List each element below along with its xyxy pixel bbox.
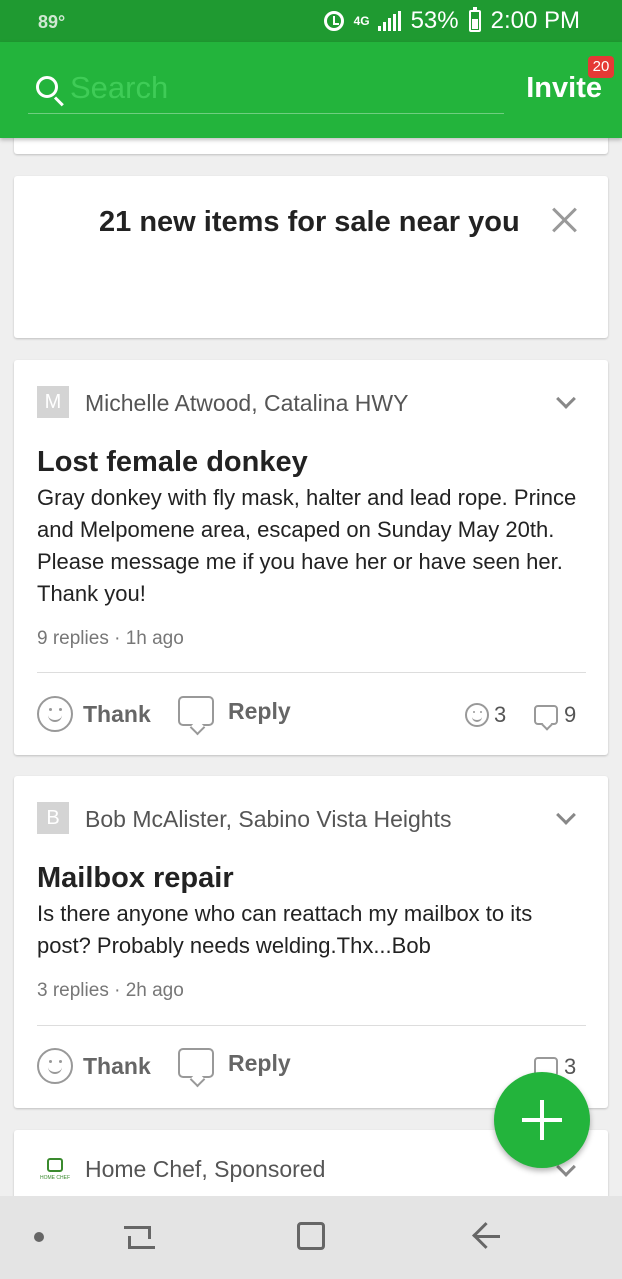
battery-icon (468, 7, 481, 32)
previous-card (14, 138, 608, 154)
thank-button[interactable]: Thank (37, 1048, 151, 1084)
divider (37, 672, 586, 673)
thank-button[interactable]: Thank (37, 696, 151, 732)
post-author[interactable]: Bob McAlister, Sabino Vista Heights (85, 806, 451, 833)
chevron-down-icon[interactable] (556, 389, 576, 409)
post-card[interactable]: M Michelle Atwood, Catalina HWY Lost fem… (14, 360, 608, 755)
reply-label: Reply (228, 1049, 291, 1076)
post-title[interactable]: Lost female donkey (37, 446, 308, 479)
search-bar[interactable] (28, 66, 504, 114)
post-author[interactable]: Home Chef, Sponsored (85, 1156, 325, 1183)
status-icons: 4G 53% 2:00 PM (323, 7, 580, 35)
signal-icon (377, 11, 401, 31)
system-nav-bar (0, 1196, 622, 1279)
chef-hat-icon (47, 1158, 63, 1172)
temperature: 89° (38, 12, 66, 32)
smile-icon (37, 1048, 73, 1084)
back-icon[interactable] (472, 1222, 500, 1250)
post-title[interactable]: Mailbox repair (37, 862, 234, 895)
logo-text: HOME CHEF (40, 1175, 70, 1181)
thank-label: Thank (83, 1052, 151, 1079)
home-chef-logo: HOME CHEF (37, 1158, 73, 1188)
replies-count-value: 3 (564, 1054, 577, 1079)
reply-label: Reply (228, 697, 291, 724)
chevron-down-icon[interactable] (556, 805, 576, 825)
avatar[interactable]: M (37, 386, 69, 418)
alarm-icon (323, 11, 344, 31)
post-card[interactable]: B Bob McAlister, Sabino Vista Heights Ma… (14, 776, 608, 1108)
divider (37, 1025, 586, 1026)
avatar[interactable]: B (37, 802, 69, 834)
nav-dot-icon[interactable] (34, 1232, 44, 1242)
network-type-icon: 4G (353, 13, 370, 28)
for-sale-banner[interactable]: 21 new items for sale near you (14, 176, 608, 338)
thanks-count-value: 3 (494, 702, 507, 727)
reply-button[interactable]: Reply (178, 696, 291, 726)
speech-bubble-icon (534, 705, 558, 725)
replies-count[interactable]: 9 (534, 702, 576, 728)
reply-button[interactable]: Reply (178, 1048, 291, 1078)
clock: 2:00 PM (490, 7, 580, 34)
replies-count-value: 9 (564, 702, 577, 727)
speech-bubble-icon (178, 1048, 214, 1078)
post-body[interactable]: Gray donkey with fly mask, halter and le… (37, 482, 577, 610)
search-input[interactable] (70, 68, 490, 108)
post-meta[interactable]: 9 replies · 1h ago (37, 628, 184, 650)
thank-label: Thank (83, 700, 151, 727)
smile-icon (37, 696, 73, 732)
post-meta[interactable]: 3 replies · 2h ago (37, 980, 184, 1002)
close-icon[interactable] (550, 206, 578, 234)
notification-badge[interactable]: 20 (588, 56, 614, 78)
home-icon[interactable] (297, 1222, 325, 1250)
search-icon[interactable] (36, 76, 58, 98)
feed[interactable]: 21 new items for sale near you M Michell… (0, 138, 622, 1196)
smile-icon (465, 703, 489, 727)
post-body[interactable]: Is there anyone who can reattach my mail… (37, 898, 577, 962)
post-author[interactable]: Michelle Atwood, Catalina HWY (85, 390, 408, 417)
speech-bubble-icon (178, 696, 214, 726)
app-header: Invite 20 (0, 42, 622, 138)
thanks-count[interactable]: 3 (465, 702, 506, 728)
battery-percent: 53% (410, 7, 459, 34)
recent-apps-icon[interactable] (124, 1224, 155, 1250)
for-sale-title[interactable]: 21 new items for sale near you (99, 206, 520, 239)
new-post-button[interactable] (494, 1072, 590, 1168)
status-bar: 89° 4G 53% 2:00 PM (0, 0, 622, 42)
